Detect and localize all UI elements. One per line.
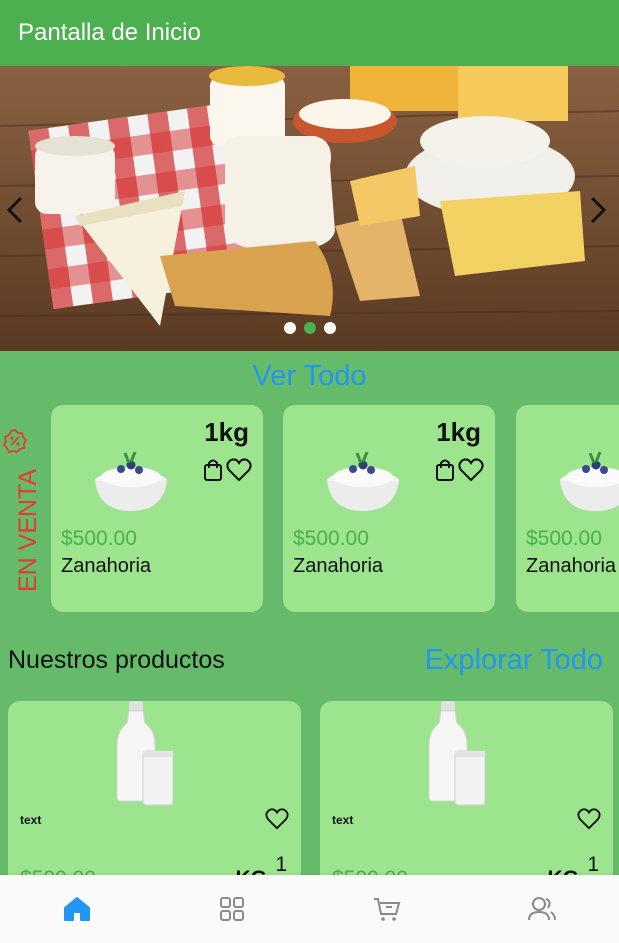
carousel-dot[interactable] xyxy=(324,322,336,334)
grid-icon xyxy=(220,897,245,921)
users-icon xyxy=(527,897,556,921)
sale-product-card[interactable]: 1kg $500.00 Zanahoria xyxy=(51,405,263,612)
product-text: text xyxy=(20,813,42,827)
explore-all-link[interactable]: Explorar Todo xyxy=(425,644,603,677)
shopping-bag-icon[interactable] xyxy=(203,458,223,482)
product-quantity: 1 xyxy=(587,853,599,876)
page-title: Pantalla de Inicio xyxy=(18,19,201,46)
carousel-dot-active[interactable] xyxy=(304,322,316,334)
shopping-bag-icon[interactable] xyxy=(435,458,455,482)
carousel-indicator xyxy=(284,322,336,334)
yogurt-bowl-image xyxy=(95,451,167,511)
heart-icon[interactable] xyxy=(577,808,601,830)
nav-home[interactable] xyxy=(0,875,155,943)
home-icon xyxy=(64,897,91,921)
yogurt-bowl-image xyxy=(560,451,619,511)
app-bar: Pantalla de Inicio xyxy=(0,0,619,66)
nav-cart[interactable] xyxy=(310,875,465,943)
heart-icon[interactable] xyxy=(226,458,252,482)
next-slide-button[interactable] xyxy=(583,192,613,228)
product-weight: 1kg xyxy=(436,417,481,447)
chevron-left-icon xyxy=(6,196,23,224)
cart-icon xyxy=(373,898,401,921)
product-quantity: 1 xyxy=(275,853,287,876)
yogurt-bowl-image xyxy=(327,451,399,511)
banner-image xyxy=(0,66,619,351)
product-card[interactable]: text $500.00 KG 1 xyxy=(320,701,613,901)
milk-bottle-image xyxy=(116,701,174,806)
product-text: text xyxy=(332,813,354,827)
heart-icon[interactable] xyxy=(265,808,289,830)
nav-categories[interactable] xyxy=(155,875,310,943)
see-all-link[interactable]: Ver Todo xyxy=(0,360,619,393)
carousel-dot[interactable] xyxy=(284,322,296,334)
product-name: Zanahoria xyxy=(61,555,152,577)
products-section-title: Nuestros productos xyxy=(8,646,225,674)
product-card[interactable]: text $500.00 KG 1 xyxy=(8,701,301,901)
on-sale-label: EN VENTA xyxy=(14,468,42,592)
sale-badge-icon xyxy=(2,429,28,454)
product-weight: 1kg xyxy=(204,417,249,447)
product-price: $500.00 xyxy=(61,527,137,550)
product-price: $500.00 xyxy=(293,527,369,550)
banner-carousel[interactable] xyxy=(0,66,619,351)
sale-product-card[interactable]: $500.00 Zanahoria xyxy=(516,405,619,612)
sale-product-card[interactable]: 1kg $500.00 Zanahoria xyxy=(283,405,495,612)
nav-profile[interactable] xyxy=(464,875,619,943)
prev-slide-button[interactable] xyxy=(0,192,30,228)
chevron-right-icon xyxy=(590,196,607,224)
heart-icon[interactable] xyxy=(458,458,484,482)
product-name: Zanahoria xyxy=(526,555,617,577)
product-name: Zanahoria xyxy=(293,555,384,577)
product-price: $500.00 xyxy=(526,527,602,550)
milk-bottle-image xyxy=(428,701,486,806)
bottom-navigation xyxy=(0,875,619,943)
